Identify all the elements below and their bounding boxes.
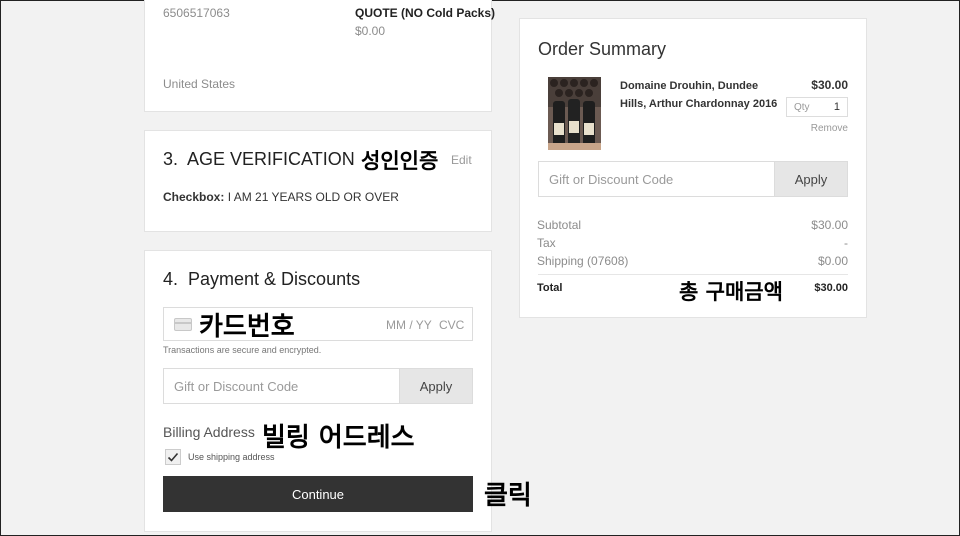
billing-address-label: Billing Address: [163, 424, 255, 440]
age-checkbox-value: I AM 21 YEARS OLD OR OVER: [227, 190, 399, 204]
payment-section-title: 4. Payment & Discounts: [163, 269, 361, 289]
total-value: $30.00: [814, 282, 848, 294]
age-checkbox-row: Checkbox: I AM 21 YEARS OLD OR OVER: [163, 190, 399, 204]
summary-discount-input[interactable]: Gift or Discount Code: [538, 161, 776, 197]
payment-discount-input[interactable]: Gift or Discount Code: [163, 368, 401, 404]
card-number-annotation: 카드번호: [199, 312, 295, 342]
age-section-title: 3. AGE VERIFICATION: [163, 149, 355, 169]
qty-value[interactable]: 1: [834, 101, 840, 113]
secure-note: Transactions are secure and encrypted.: [163, 345, 322, 355]
shipping-phone: 6506517063: [163, 6, 230, 20]
shipping-info-card: 6506517063 QUOTE (NO Cold Packs) $0.00 U…: [144, 0, 496, 112]
use-shipping-checkbox[interactable]: [165, 449, 181, 465]
checkmark-icon: [167, 452, 179, 462]
subtotal-value: $30.00: [811, 218, 848, 232]
age-annotation: 성인인증: [361, 149, 439, 173]
billing-annotation: 빌링 어드레스: [262, 423, 415, 453]
shipping-row: Shipping (07608) $0.00: [537, 254, 848, 268]
product-name: Domaine Drouhin, Dundee Hills, Arthur Ch…: [620, 80, 778, 110]
subtotal-label: Subtotal: [537, 218, 582, 232]
shipping-method-name: QUOTE (NO Cold Packs): [355, 6, 496, 20]
remove-item-link[interactable]: Remove: [790, 123, 848, 134]
subtotal-row: Subtotal $30.00: [537, 218, 848, 232]
use-shipping-label[interactable]: Use shipping address: [188, 452, 275, 462]
payment-apply-button[interactable]: Apply: [399, 368, 473, 404]
shipping-label: Shipping (07608): [537, 254, 629, 268]
shipping-value: $0.00: [817, 254, 848, 268]
credit-card-icon: [174, 317, 192, 331]
continue-annotation: 클릭: [484, 481, 532, 511]
continue-button[interactable]: Continue: [163, 476, 473, 512]
cvc-placeholder[interactable]: CVC: [439, 318, 464, 332]
product-price: $30.00: [811, 78, 848, 92]
age-checkbox-label: Checkbox:: [163, 190, 225, 204]
quantity-field[interactable]: Qty 1: [786, 97, 848, 117]
shipping-method-price: $0.00: [355, 24, 386, 38]
age-verification-card: 3. AGE VERIFICATION 성인인증 Edit Checkbox: …: [144, 130, 492, 232]
summary-divider: [538, 274, 848, 275]
tax-label: Tax: [537, 236, 556, 250]
order-summary-title: Order Summary: [538, 39, 667, 59]
shipping-country: United States: [163, 77, 236, 91]
tax-value: -: [844, 236, 848, 250]
tax-row: Tax -: [537, 236, 848, 250]
total-annotation: 총 구매금액: [679, 280, 783, 304]
age-edit-link[interactable]: Edit: [451, 153, 472, 167]
total-label: Total: [537, 282, 563, 294]
qty-label: Qty: [794, 102, 810, 113]
expiry-placeholder[interactable]: MM / YY: [386, 318, 432, 332]
summary-apply-button[interactable]: Apply: [774, 161, 848, 197]
product-thumbnail: [548, 77, 601, 150]
